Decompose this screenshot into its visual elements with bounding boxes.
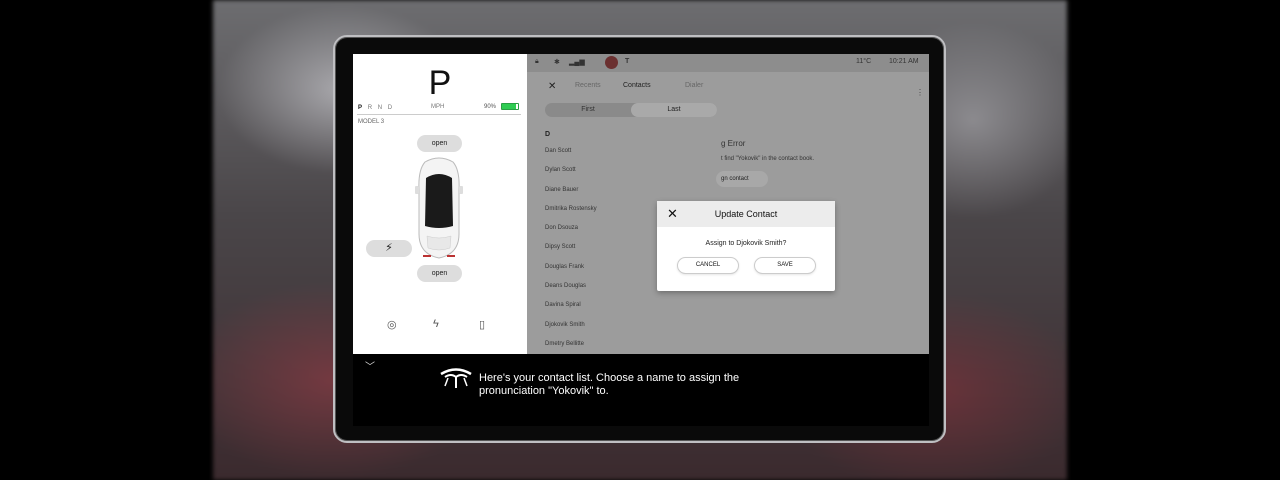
- logo-icon: T: [625, 58, 630, 65]
- error-message: t find "Yokovik" in the contact book.: [721, 156, 815, 162]
- touchscreen: P P R N D MPH 90% MODEL 3 open ⚡︎ open ◎…: [353, 54, 929, 354]
- tab-contacts[interactable]: Contacts: [623, 82, 651, 89]
- speed-unit: MPH: [431, 104, 445, 110]
- car-top-view-icon: [415, 157, 463, 259]
- sort-first-button[interactable]: First: [545, 103, 631, 117]
- current-gear: P: [428, 64, 452, 102]
- status-bar: 🔒︎ ✱ ▂▄▆ T 11°C 10:21 AM: [527, 54, 929, 72]
- clock: 10:21 AM: [889, 58, 919, 65]
- cellular-icon: ▂▄▆: [569, 59, 585, 66]
- trunk-open-button[interactable]: open: [417, 265, 462, 282]
- model-name: MODEL 3: [358, 119, 385, 125]
- voice-response-text: Here's your contact list. Choose a name …: [479, 372, 740, 397]
- gear-selector: P R N D: [358, 105, 394, 111]
- battery-percent: 90%: [484, 104, 497, 110]
- frunk-open-button[interactable]: open: [417, 135, 462, 152]
- stage: P P R N D MPH 90% MODEL 3 open ⚡︎ open ◎…: [0, 0, 1280, 480]
- contact-item[interactable]: Dmetry Bellitte: [545, 340, 715, 354]
- divider: [357, 114, 521, 115]
- sort-last-button[interactable]: Last: [631, 103, 717, 117]
- app-icon[interactable]: [605, 56, 618, 69]
- assign-contact-button[interactable]: gn contact: [716, 171, 768, 187]
- tab-dialer[interactable]: Dialer: [685, 82, 703, 89]
- close-icon[interactable]: ✕: [548, 81, 556, 92]
- contact-item[interactable]: Davina Spiral: [545, 301, 715, 320]
- update-contact-dialog: Update Contact ✕ Assign to Djokovik Smit…: [657, 201, 835, 291]
- tire-pressure-icon[interactable]: ◎: [387, 318, 397, 331]
- dialog-message: Assign to Djokovik Smith?: [705, 240, 787, 247]
- gear-p: P: [358, 105, 365, 111]
- battery-icon: [501, 103, 519, 110]
- cancel-button[interactable]: CANCEL: [677, 257, 739, 274]
- voice-assistant-bar: ﹀ Here's your contact list. Choose a nam…: [353, 354, 929, 426]
- charge-port-button[interactable]: ⚡︎: [366, 240, 412, 257]
- phone-key-icon[interactable]: ▯: [479, 318, 485, 331]
- lock-icon[interactable]: 🔒︎: [535, 58, 539, 66]
- touchscreen-bezel: P P R N D MPH 90% MODEL 3 open ⚡︎ open ◎…: [333, 35, 946, 443]
- battery-fill: [502, 104, 517, 109]
- section-letter: D: [545, 131, 551, 138]
- bluetooth-icon[interactable]: ✱: [554, 58, 560, 66]
- gear-d: D: [387, 105, 395, 111]
- contact-item[interactable]: Dan Scott: [545, 147, 715, 166]
- gear-r: R: [367, 105, 375, 111]
- dialog-title: Update Contact: [714, 209, 778, 219]
- lightning-icon: ⚡︎: [385, 242, 393, 254]
- chevron-down-icon[interactable]: ﹀: [365, 358, 375, 373]
- contact-item[interactable]: Dylan Scott: [545, 166, 715, 185]
- save-button[interactable]: SAVE: [754, 257, 816, 274]
- energy-icon[interactable]: ϟ: [433, 318, 439, 330]
- more-icon[interactable]: ⋮: [916, 88, 924, 97]
- contact-item[interactable]: Djokovik Smith: [545, 321, 715, 340]
- temperature: 11°C: [856, 58, 872, 65]
- error-title: g Error: [721, 139, 746, 148]
- gear-n: N: [377, 105, 385, 111]
- dialog-header: Update Contact ✕: [657, 201, 835, 227]
- voice-logo-icon: [440, 368, 472, 388]
- vehicle-panel: P P R N D MPH 90% MODEL 3 open ⚡︎ open ◎…: [353, 54, 527, 354]
- close-icon[interactable]: ✕: [667, 206, 678, 222]
- tab-recents[interactable]: Recents: [575, 82, 601, 89]
- sort-toggle: First Last: [545, 103, 717, 117]
